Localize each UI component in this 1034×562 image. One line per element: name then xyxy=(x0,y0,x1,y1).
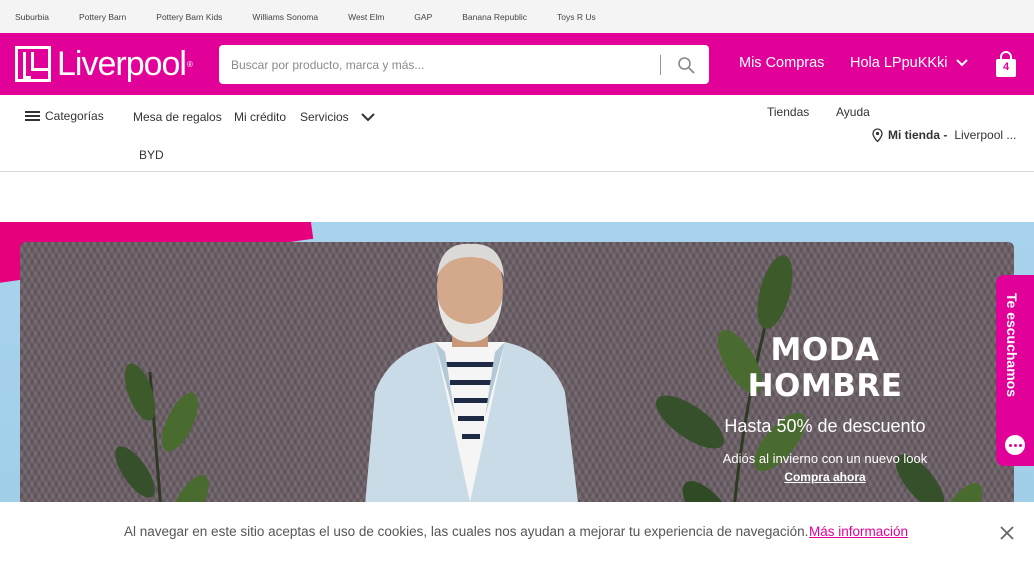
mesa-de-regalos-link[interactable]: Mesa de regalos xyxy=(133,110,222,124)
hero-text: MODA HOMBRE Hasta 50% de descuento Adiós… xyxy=(700,332,950,486)
main-header: Liverpool ® Mis Compras Hola LPpuKKki xyxy=(0,33,1034,95)
page: Suburbia Pottery Barn Pottery Barn Kids … xyxy=(0,0,1034,562)
brand-link-pottery-barn[interactable]: Pottery Barn xyxy=(79,12,126,22)
cart-count-badge: 4 xyxy=(1002,61,1010,73)
account-greeting: Hola LPpuKKki xyxy=(850,55,948,71)
search-button[interactable] xyxy=(671,50,701,80)
servicios-menu[interactable]: Servicios xyxy=(300,110,375,124)
close-icon xyxy=(1000,526,1014,540)
categorias-menu[interactable]: Categorías xyxy=(25,109,104,123)
mas-informacion-link[interactable]: Más información xyxy=(809,524,908,539)
chevron-down-icon xyxy=(955,59,968,67)
search-box xyxy=(219,45,709,84)
liverpool-logo[interactable]: Liverpool ® xyxy=(15,45,205,84)
account-menu[interactable]: Hola LPpuKKki xyxy=(850,55,968,71)
hero-title: MODA HOMBRE xyxy=(747,332,903,404)
servicios-label: Servicios xyxy=(300,110,349,124)
location-pin-icon xyxy=(872,128,883,142)
cookie-message: Al navegar en este sitio aceptas el uso … xyxy=(124,524,809,539)
search-separator xyxy=(660,54,661,75)
search-input[interactable] xyxy=(219,45,660,84)
mi-tienda-value: Liverpool ... xyxy=(954,128,1017,142)
brand-link-west-elm[interactable]: West Elm xyxy=(348,12,384,22)
brand-link-williams-sonoma[interactable]: Williams Sonoma xyxy=(252,12,318,22)
mis-compras-link[interactable]: Mis Compras xyxy=(739,55,824,71)
mi-credito-link[interactable]: Mi crédito xyxy=(234,110,286,124)
close-cookie-button[interactable] xyxy=(998,524,1016,542)
feedback-label: Te escuchamos xyxy=(1004,293,1020,398)
hamburger-icon xyxy=(25,109,40,123)
compra-ahora-link[interactable]: Compra ahora xyxy=(784,470,865,484)
cookie-banner: Al navegar en este sitio aceptas el uso … xyxy=(0,502,1034,562)
mi-tienda-selector[interactable]: Mi tienda - Liverpool ... xyxy=(872,128,1016,142)
tiendas-link[interactable]: Tiendas xyxy=(767,105,809,119)
brand-link-suburbia[interactable]: Suburbia xyxy=(15,12,49,22)
logo-registered-mark: ® xyxy=(186,59,193,69)
categorias-label: Categorías xyxy=(45,109,104,123)
chevron-down-icon xyxy=(360,112,375,121)
brand-link-gap[interactable]: GAP xyxy=(414,12,432,22)
cart-button[interactable]: 4 xyxy=(994,51,1018,79)
search-icon xyxy=(678,56,695,73)
brand-link-banana-republic[interactable]: Banana Republic xyxy=(462,12,527,22)
brand-link-pottery-barn-kids[interactable]: Pottery Barn Kids xyxy=(156,12,222,22)
brand-link-toys-r-us[interactable]: Toys R Us xyxy=(557,12,596,22)
hero-description: Adiós al invierno con un nuevo look xyxy=(722,451,928,466)
feedback-tab[interactable]: Te escuchamos xyxy=(996,275,1034,466)
logo-text: Liverpool xyxy=(57,44,187,83)
mi-tienda-label: Mi tienda - xyxy=(888,128,948,142)
brand-bar: Suburbia Pottery Barn Pottery Barn Kids … xyxy=(0,0,1034,33)
chat-bubble-icon xyxy=(1005,435,1025,455)
main-nav: Categorías Mesa de regalos Mi crédito Se… xyxy=(0,95,1034,172)
hero-subtitle: Hasta 50% de descuento xyxy=(724,416,926,436)
ayuda-link[interactable]: Ayuda xyxy=(836,105,870,119)
logo-mark-icon xyxy=(15,46,51,82)
byd-link[interactable]: BYD xyxy=(139,148,164,162)
